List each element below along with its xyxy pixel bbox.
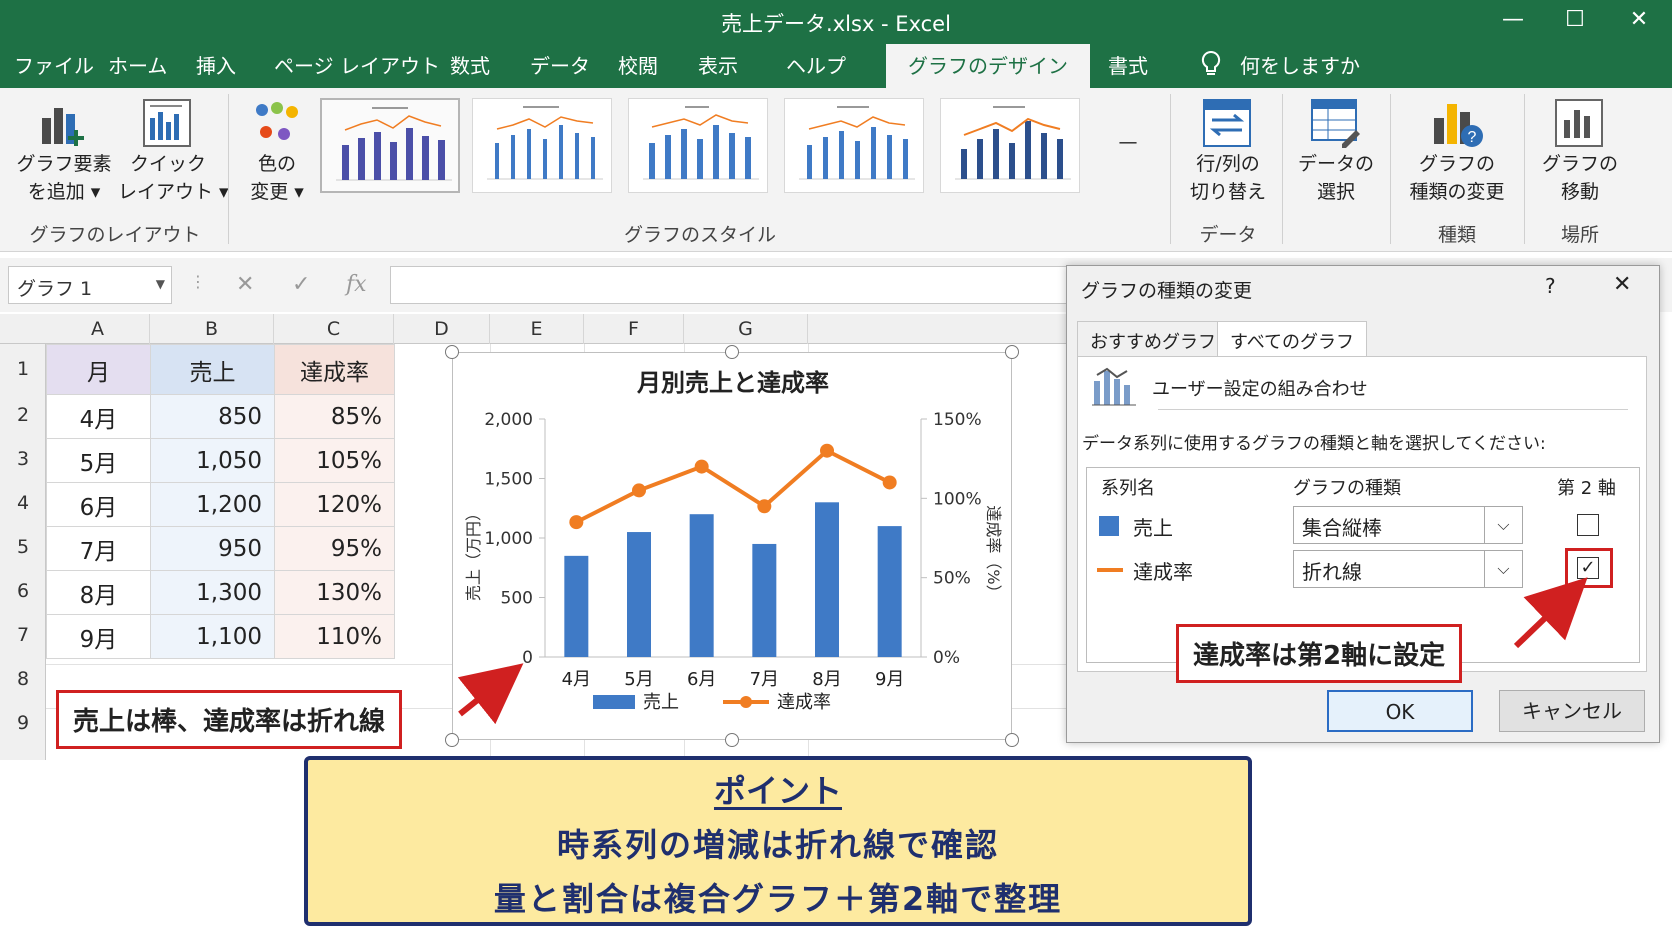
point-line-2: 量と割合は複合グラフ＋第2軸で整理	[493, 880, 1063, 918]
point-line-1: 時系列の増減は折れ線で確認	[556, 826, 999, 864]
arrow-right	[1513, 577, 1588, 649]
key-point-box: ポイント 時系列の増減は折れ線で確認 量と割合は複合グラフ＋第2軸で整理	[304, 756, 1252, 926]
arrow-left	[457, 663, 524, 725]
point-title: ポイント	[713, 772, 842, 810]
